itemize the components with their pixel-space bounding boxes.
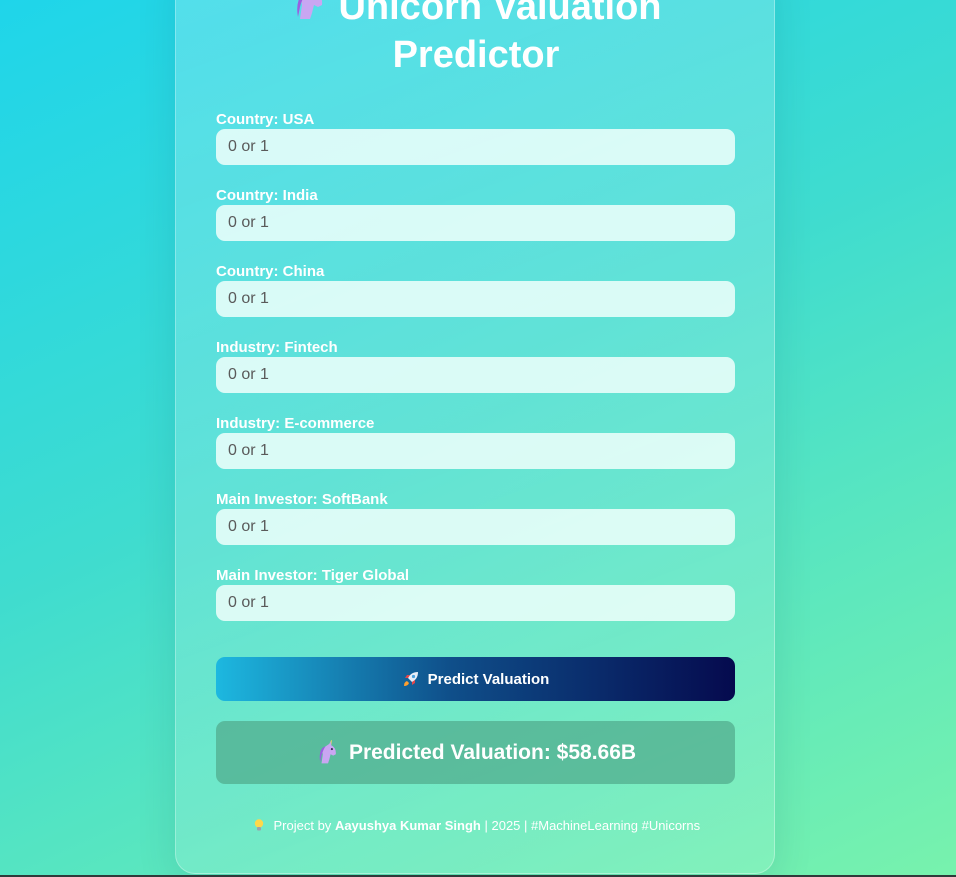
unicorn-icon: [319, 739, 336, 763]
footer-prefix: Project by: [273, 818, 332, 833]
investor-softbank-input[interactable]: [216, 509, 735, 545]
field-label: Country: USA: [216, 111, 315, 128]
country-china-input[interactable]: [216, 281, 735, 317]
investor-tiger-global-input[interactable]: [216, 585, 735, 621]
field-industry-ecommerce: Industry: E-commerce: [216, 415, 735, 491]
field-label: Main Investor: Tiger Global: [216, 567, 410, 584]
field-label: Industry: E-commerce: [216, 415, 375, 432]
predictor-card: Unicorn Valuation Predictor Country: USA…: [175, 0, 775, 874]
field-investor-tiger-global: Main Investor: Tiger Global: [216, 567, 735, 643]
field-country-india: Country: India: [216, 187, 735, 263]
page-title: Unicorn Valuation Predictor: [176, 0, 776, 79]
field-industry-fintech: Industry: Fintech: [216, 339, 735, 415]
field-label: Country: China: [216, 263, 325, 280]
lightbulb-icon: [254, 819, 264, 831]
predict-valuation-button[interactable]: Predict Valuation: [216, 657, 735, 701]
rocket-icon: [403, 672, 418, 686]
country-usa-input[interactable]: [216, 129, 735, 165]
footer: Project by Aayushya Kumar Singh | 2025 |…: [176, 817, 776, 835]
industry-ecommerce-input[interactable]: [216, 433, 735, 469]
field-label: Industry: Fintech: [216, 339, 338, 356]
prediction-result-text: Predicted Valuation: $58.66B: [348, 740, 637, 764]
valuation-form: Country: USA Country: India Country: Chi…: [216, 111, 735, 643]
title-line-1: Unicorn Valuation: [338, 0, 662, 28]
industry-fintech-input[interactable]: [216, 357, 735, 393]
field-investor-softbank: Main Investor: SoftBank: [216, 491, 735, 567]
footer-author: Aayushya Kumar Singh: [334, 818, 481, 833]
field-country-usa: Country: USA: [216, 111, 735, 187]
unicorn-icon: [297, 0, 323, 19]
field-country-china: Country: China: [216, 263, 735, 339]
field-label: Main Investor: SoftBank: [216, 491, 388, 508]
prediction-result: Predicted Valuation: $58.66B: [216, 721, 735, 784]
footer-suffix: | 2025 | #MachineLearning #Unicorns: [484, 818, 701, 833]
title-line-2: Predictor: [392, 34, 560, 76]
country-india-input[interactable]: [216, 205, 735, 241]
field-label: Country: India: [216, 187, 318, 204]
predict-button-label: Predict Valuation: [427, 670, 550, 688]
